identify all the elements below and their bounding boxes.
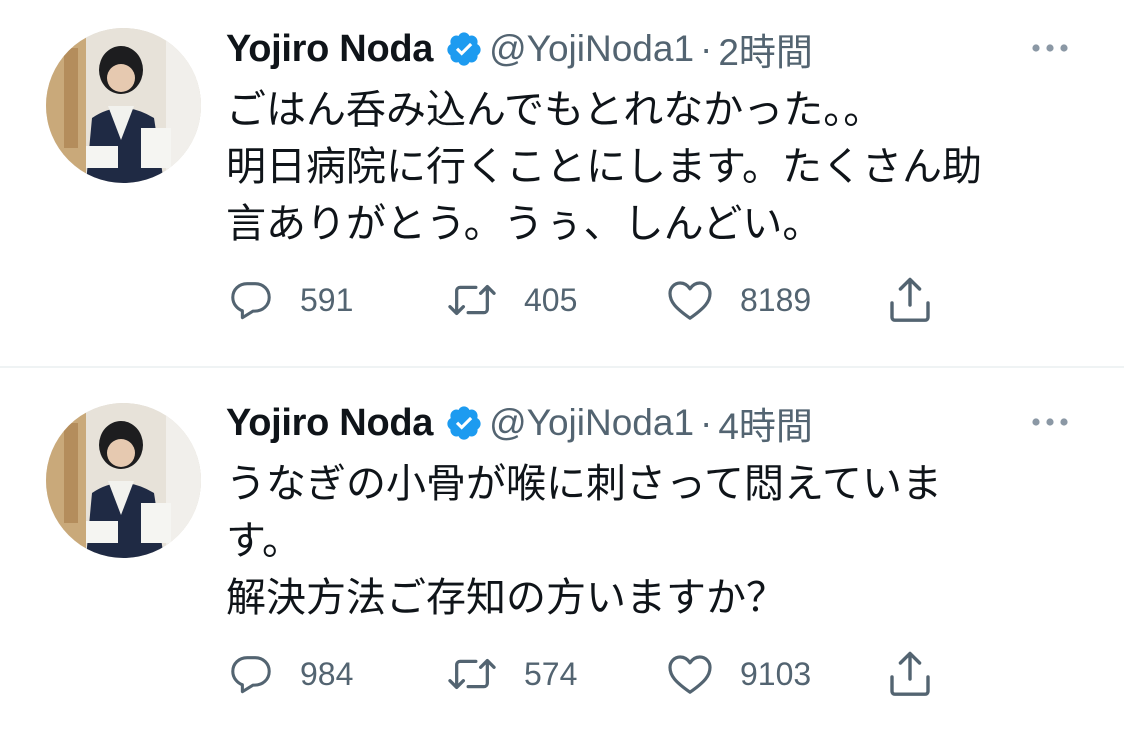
timestamp[interactable]: 4時間 <box>718 396 813 450</box>
heart-icon <box>666 651 714 697</box>
tweet-text-line: 言ありがとう。うぅ、しんどい。 <box>226 201 823 247</box>
tweet-header: Yojiro Noda @YojiNoda1 · 2時間 <box>226 24 813 74</box>
handle[interactable]: @YojiNoda1 <box>489 402 694 444</box>
tweet-header: Yojiro Noda @YojiNoda1 · 4時間 <box>226 398 813 448</box>
share-button[interactable] <box>886 274 934 326</box>
like-button[interactable]: 8189 <box>666 274 811 326</box>
display-name[interactable]: Yojiro Noda <box>226 402 433 445</box>
share-upload-icon <box>886 649 934 699</box>
reply-bubble-icon <box>228 277 274 323</box>
avatar[interactable] <box>46 403 201 558</box>
tweet-text: うなぎの小骨が喉に刺さって悶えていま す。 解決方法ご存知の方いますか？ <box>226 456 1086 627</box>
tweet[interactable]: Yojiro Noda @YojiNoda1 · 2時間 ごはん呑み込んでもとれ… <box>0 0 1124 367</box>
tweet-text-line: 明日病院に行くことにします。たくさん助 <box>226 144 982 190</box>
verified-badge-icon <box>445 30 483 68</box>
reply-bubble-icon <box>228 651 274 697</box>
retweet-icon <box>446 277 498 323</box>
reply-button[interactable]: 984 <box>228 648 353 700</box>
share-upload-icon <box>886 275 934 325</box>
display-name[interactable]: Yojiro Noda <box>226 28 433 71</box>
retweet-count: 574 <box>524 655 578 692</box>
retweet-icon <box>446 651 498 697</box>
tweet-text-line: うなぎの小骨が喉に刺さって悶えていま <box>226 461 942 507</box>
tweet-text: ごはん呑み込んでもとれなかった。。 明日病院に行くことにします。たくさん助 言あ… <box>226 82 1086 253</box>
tweet-text-line: 解決方法ご存知の方いますか？ <box>226 575 786 621</box>
retweet-button[interactable]: 574 <box>446 648 577 700</box>
tweet-actions: 984 574 9103 <box>226 648 986 700</box>
retweet-count: 405 <box>524 281 578 318</box>
timestamp[interactable]: 2時間 <box>718 22 813 76</box>
reply-button[interactable]: 591 <box>228 274 353 326</box>
reply-count: 591 <box>300 281 354 318</box>
like-count: 9103 <box>740 655 812 692</box>
tweet[interactable]: Yojiro Noda @YojiNoda1 · 4時間 うなぎの小骨が喉に刺さ… <box>0 368 1124 734</box>
handle[interactable]: @YojiNoda1 <box>489 28 694 70</box>
share-button[interactable] <box>886 648 934 700</box>
like-count: 8189 <box>740 281 812 318</box>
separator-dot: · <box>700 402 713 443</box>
tweet-text-line: ごはん呑み込んでもとれなかった。。 <box>226 87 884 133</box>
more-horizontal-icon[interactable] <box>1028 38 1072 58</box>
avatar[interactable] <box>46 28 201 183</box>
tweet-text-line: す。 <box>226 518 302 564</box>
separator-dot: · <box>700 28 713 69</box>
more-horizontal-icon[interactable] <box>1028 412 1072 432</box>
retweet-button[interactable]: 405 <box>446 274 577 326</box>
tweet-actions: 591 405 8189 <box>226 274 986 326</box>
like-button[interactable]: 9103 <box>666 648 811 700</box>
verified-badge-icon <box>445 404 483 442</box>
reply-count: 984 <box>300 655 354 692</box>
heart-icon <box>666 277 714 323</box>
